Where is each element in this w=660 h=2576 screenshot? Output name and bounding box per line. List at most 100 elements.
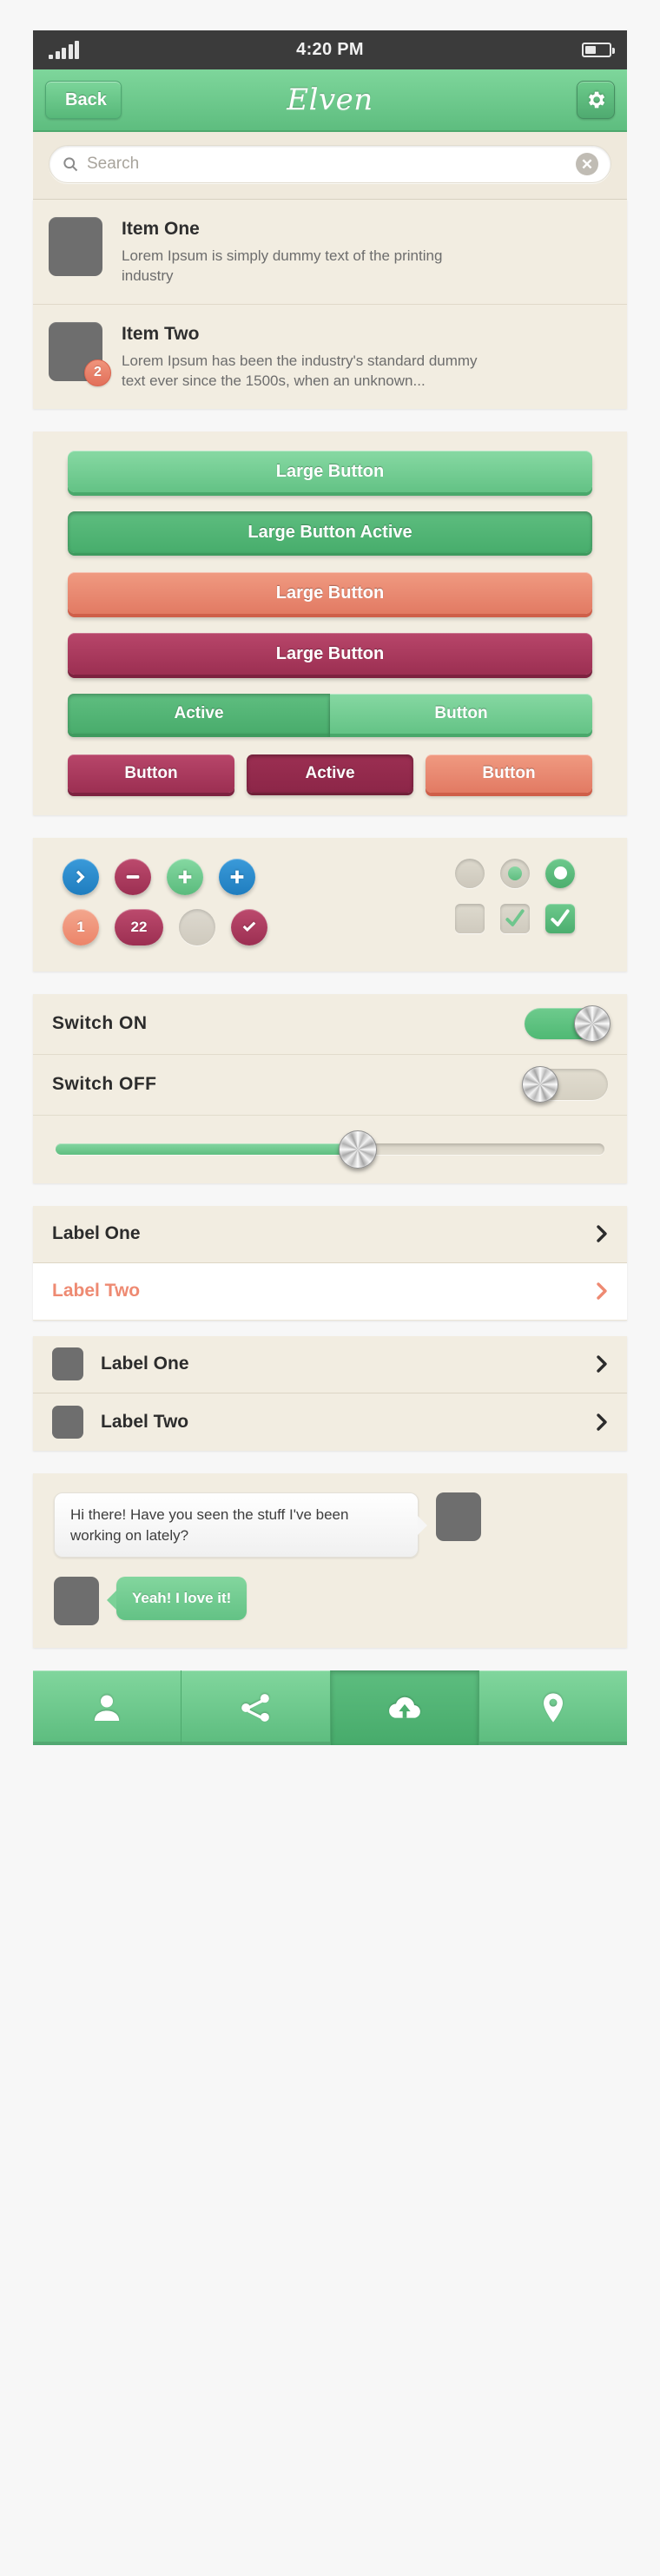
chevron-right-icon bbox=[597, 1225, 607, 1242]
large-button-green[interactable]: Large Button bbox=[68, 450, 592, 492]
label-thumbnail bbox=[52, 1405, 83, 1439]
slider-track[interactable] bbox=[56, 1130, 604, 1169]
icon-row-two: 1 22 bbox=[63, 908, 267, 945]
search-section: Search ✕ bbox=[33, 132, 627, 200]
large-button-salmon[interactable]: Large Button bbox=[68, 571, 592, 614]
list-item[interactable]: Item One Lorem Ipsum is simply dummy tex… bbox=[33, 200, 627, 305]
checkbox-checked[interactable] bbox=[545, 903, 575, 933]
cloud-upload-icon bbox=[388, 1697, 420, 1719]
label-text: Label Two bbox=[52, 1281, 141, 1301]
chat-avatar bbox=[436, 1492, 481, 1541]
location-pin-icon bbox=[543, 1693, 563, 1723]
switch-row-off: Switch OFF bbox=[33, 1055, 627, 1116]
radio-off[interactable] bbox=[455, 858, 485, 888]
label-text: Label Two bbox=[101, 1411, 189, 1432]
person-icon bbox=[94, 1695, 120, 1722]
list-item[interactable]: 2 Item Two Lorem Ipsum has been the indu… bbox=[33, 305, 627, 409]
checkbox-group bbox=[455, 903, 575, 933]
radio-on[interactable] bbox=[545, 858, 575, 888]
switch-label: Switch ON bbox=[52, 1013, 148, 1034]
battery-icon bbox=[582, 43, 615, 57]
check-circle-icon[interactable] bbox=[231, 908, 267, 945]
label-thumbnail bbox=[52, 1347, 83, 1381]
small-button-maroon[interactable]: Button bbox=[68, 754, 234, 793]
radio-group bbox=[455, 858, 575, 888]
tab-profile[interactable] bbox=[33, 1670, 182, 1746]
label-row-one[interactable]: Label One bbox=[33, 1206, 627, 1263]
checkbox-partial[interactable] bbox=[500, 903, 530, 933]
plus-circle-icon[interactable] bbox=[167, 858, 203, 895]
icons-section: 1 22 bbox=[33, 837, 627, 972]
tab-location[interactable] bbox=[478, 1670, 627, 1746]
tab-cloud-upload[interactable] bbox=[330, 1670, 479, 1746]
search-input[interactable]: Search ✕ bbox=[49, 145, 611, 183]
share-icon bbox=[241, 1694, 270, 1723]
nav-bar: Back Elven bbox=[33, 69, 627, 132]
label-text: Label One bbox=[52, 1223, 141, 1244]
label-list-plain: Label One Label Two bbox=[33, 1205, 627, 1321]
chat-bubble-incoming: Hi there! Have you seen the stuff I've b… bbox=[54, 1492, 427, 1558]
switch-row-on: Switch ON bbox=[33, 994, 627, 1055]
segmented-control: Active Button bbox=[68, 693, 592, 734]
tab-share[interactable] bbox=[182, 1670, 331, 1746]
selection-controls bbox=[455, 858, 597, 945]
chevron-right-icon bbox=[597, 1355, 607, 1373]
empty-circle-icon[interactable] bbox=[179, 908, 215, 945]
item-list: Item One Lorem Ipsum is simply dummy tex… bbox=[33, 200, 627, 409]
icon-row-one bbox=[63, 858, 267, 895]
toggle-switch-off[interactable] bbox=[522, 1066, 608, 1104]
page-title: Elven bbox=[287, 82, 373, 117]
icon-grid: 1 22 bbox=[63, 858, 267, 945]
label-row-two[interactable]: Label Two bbox=[33, 1262, 627, 1321]
status-time: 4:20 PM bbox=[296, 40, 364, 59]
radio-partial[interactable] bbox=[500, 858, 530, 888]
badge-count-salmon: 1 bbox=[63, 908, 99, 945]
item-thumbnail bbox=[49, 217, 102, 276]
list-item-text: Item Two Lorem Ipsum has been the indust… bbox=[122, 322, 486, 392]
tab-bar bbox=[33, 1670, 627, 1746]
list-item-description: Lorem Ipsum is simply dummy text of the … bbox=[122, 247, 443, 284]
label-icon-row-two[interactable]: Label Two bbox=[33, 1393, 627, 1451]
plus-circle-icon[interactable] bbox=[219, 858, 255, 895]
back-button[interactable]: Back bbox=[45, 81, 122, 119]
list-item-title: Item One bbox=[122, 219, 200, 239]
chevron-right-icon bbox=[597, 1413, 607, 1431]
switch-knob bbox=[522, 1066, 558, 1104]
label-list-icons: Label One Label Two bbox=[33, 1335, 627, 1451]
large-button-green-active[interactable]: Large Button Active bbox=[68, 511, 592, 553]
chat-row-outgoing: Yeah! I love it! bbox=[54, 1577, 606, 1626]
label-icon-row-one[interactable]: Label One bbox=[33, 1336, 627, 1393]
item-thumbnail: 2 bbox=[49, 321, 111, 386]
slider-row bbox=[33, 1116, 627, 1183]
small-button-row: Button Active Button bbox=[68, 754, 592, 793]
small-button-salmon[interactable]: Button bbox=[426, 754, 592, 793]
slider-knob[interactable] bbox=[338, 1130, 377, 1169]
switch-knob bbox=[574, 1005, 610, 1043]
chat-section: Hi there! Have you seen the stuff I've b… bbox=[33, 1472, 627, 1649]
chat-bubble-outgoing: Yeah! I love it! bbox=[106, 1577, 248, 1621]
chat-avatar bbox=[54, 1577, 99, 1626]
status-bar: 4:20 PM bbox=[33, 30, 627, 69]
label-text: Label One bbox=[101, 1354, 189, 1374]
clear-x-icon[interactable]: ✕ bbox=[576, 153, 598, 175]
small-button-maroon-active[interactable]: Active bbox=[247, 754, 413, 793]
segment-active[interactable]: Active bbox=[68, 693, 330, 734]
switches-section: Switch ON Switch OFF bbox=[33, 993, 627, 1183]
battery-fill bbox=[585, 46, 597, 54]
segment-button[interactable]: Button bbox=[330, 693, 592, 734]
settings-button[interactable] bbox=[577, 81, 615, 119]
toggle-switch-on[interactable] bbox=[525, 1005, 610, 1043]
chevron-right-circle-icon[interactable] bbox=[63, 858, 99, 895]
checkbox-off[interactable] bbox=[455, 903, 485, 933]
buttons-section: Large Button Large Button Active Large B… bbox=[33, 431, 627, 815]
large-button-maroon[interactable]: Large Button bbox=[68, 632, 592, 675]
gear-icon bbox=[588, 91, 605, 109]
switch-label: Switch OFF bbox=[52, 1074, 157, 1095]
minus-circle-icon[interactable] bbox=[115, 858, 151, 895]
